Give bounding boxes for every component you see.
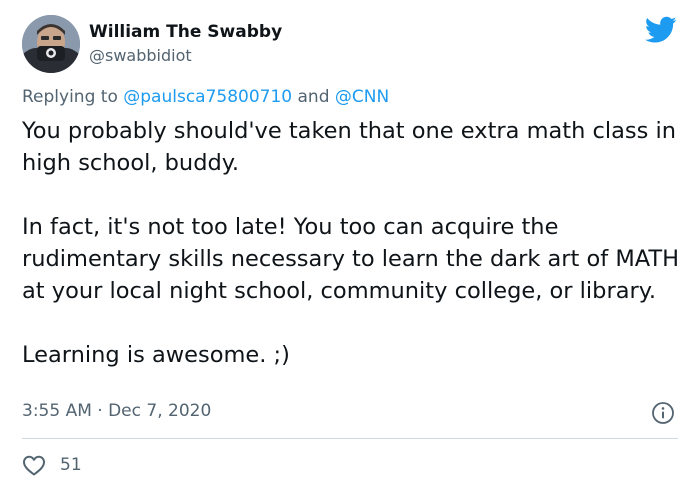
author-handle[interactable]: @swabbidiot [89, 46, 192, 65]
avatar[interactable] [22, 15, 80, 73]
heart-icon[interactable] [22, 454, 46, 476]
author-name[interactable]: William The Swabby [89, 22, 282, 42]
replying-prefix: Replying to [22, 87, 124, 107]
tweet-card: William The Swabby @swabbidiot Replying … [0, 0, 700, 494]
replying-joiner: and [292, 87, 335, 107]
tweet-paragraph-2: In fact, it's not too late! You too can … [22, 214, 680, 304]
info-icon[interactable] [651, 401, 675, 425]
tweet-paragraph-3: Learning is awesome. ;) [22, 342, 290, 368]
tweet-paragraph-1: You probably should've taken that one ex… [22, 118, 677, 176]
replying-to: Replying to @paulsca75800710 and @CNN [22, 87, 389, 107]
like-count[interactable]: 51 [60, 455, 82, 475]
avatar-image [22, 15, 80, 73]
tweet-text: You probably should've taken that one ex… [22, 115, 682, 371]
divider [22, 438, 678, 439]
mention-link-1[interactable]: @paulsca75800710 [123, 87, 292, 107]
tweet-timestamp[interactable]: 3:55 AM · Dec 7, 2020 [22, 401, 211, 421]
twitter-bird-icon[interactable] [645, 16, 677, 44]
mention-link-2[interactable]: @CNN [335, 87, 389, 107]
